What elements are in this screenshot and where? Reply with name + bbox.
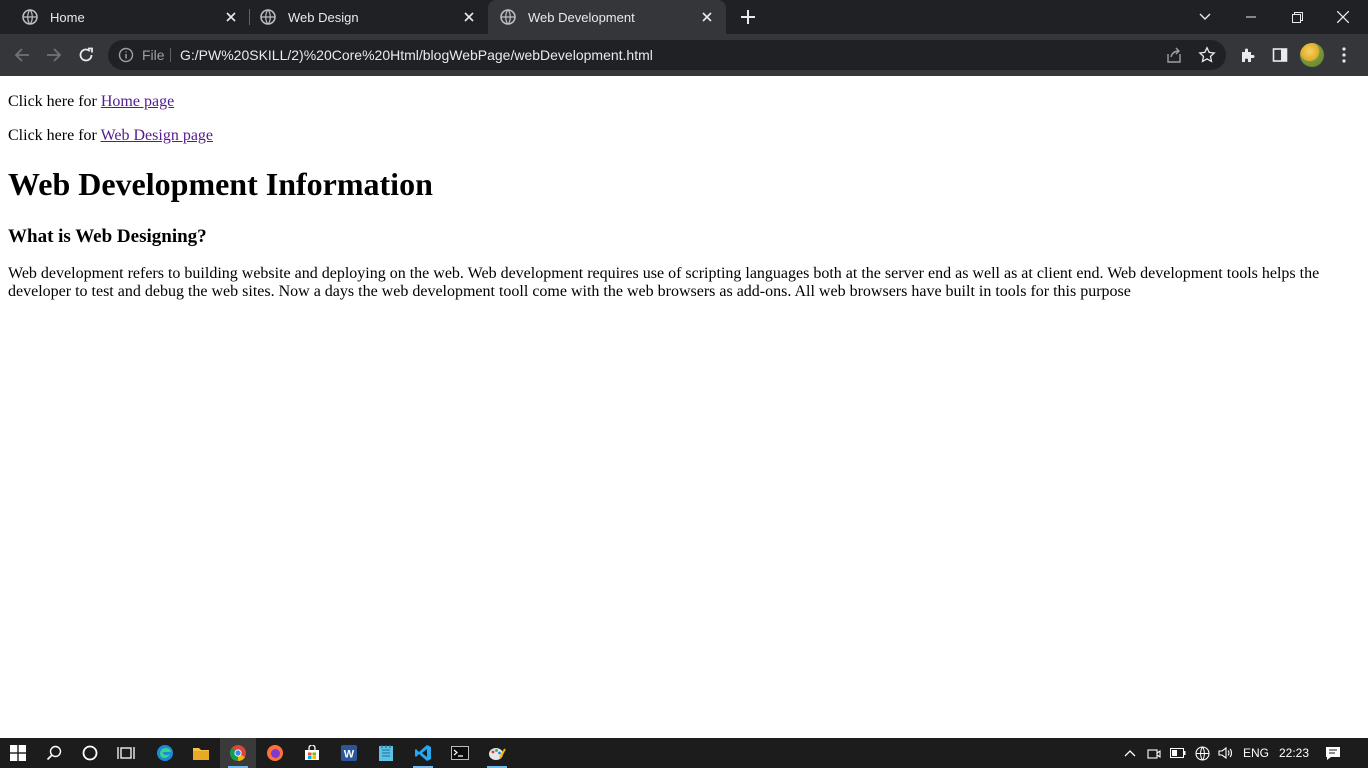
- edge-taskbar-icon[interactable]: [147, 738, 183, 768]
- tab-strip: Home Web Design Web Development: [0, 0, 1368, 34]
- task-view-button[interactable]: [108, 738, 144, 768]
- show-hidden-icons-button[interactable]: [1120, 738, 1140, 768]
- chevron-down-icon: [1199, 13, 1211, 20]
- star-icon[interactable]: [1198, 46, 1216, 64]
- paint-taskbar-icon[interactable]: [479, 738, 515, 768]
- web-design-page-link[interactable]: Web Design page: [101, 127, 213, 144]
- close-tab-icon[interactable]: [460, 8, 478, 26]
- camera-icon: [1147, 749, 1161, 759]
- firefox-taskbar-icon[interactable]: [257, 738, 293, 768]
- file-explorer-taskbar-icon[interactable]: [183, 738, 219, 768]
- address-separator: [170, 48, 171, 62]
- tab-web-development[interactable]: Web Development: [488, 0, 726, 34]
- network-button[interactable]: [1192, 738, 1212, 768]
- store-icon: [305, 745, 319, 760]
- vscode-taskbar-icon[interactable]: [405, 738, 441, 768]
- notification-icon: [1326, 746, 1340, 760]
- kebab-menu-icon: [1342, 47, 1346, 63]
- plus-icon: [741, 10, 755, 24]
- home-page-link[interactable]: Home page: [101, 93, 174, 110]
- edge-icon: [157, 745, 173, 761]
- firefox-icon: [267, 745, 283, 761]
- arrow-left-icon: [14, 48, 29, 62]
- word-icon: W: [341, 745, 357, 761]
- vscode-icon: [415, 745, 431, 761]
- new-tab-button[interactable]: [737, 6, 759, 28]
- reload-icon: [79, 47, 93, 62]
- side-panel-button[interactable]: [1266, 41, 1294, 69]
- file-scheme-label: File: [142, 47, 165, 63]
- notepad-icon: [379, 745, 393, 761]
- design-link-line: Click here for Web Design page: [8, 127, 213, 145]
- task-view-icon: [117, 747, 135, 759]
- reload-button[interactable]: [72, 41, 100, 69]
- terminal-taskbar-icon[interactable]: [442, 738, 478, 768]
- globe-network-icon: [1194, 745, 1210, 761]
- page-title: Web Development Information: [8, 166, 433, 202]
- home-link-prefix: Click here for: [8, 93, 101, 110]
- restore-icon: [1291, 11, 1303, 23]
- globe-icon: [500, 9, 516, 25]
- minimize-icon: [1246, 16, 1256, 18]
- language-indicator[interactable]: ENG: [1240, 738, 1272, 768]
- cortana-button[interactable]: [72, 738, 108, 768]
- close-tab-icon[interactable]: [698, 8, 716, 26]
- meet-now-button[interactable]: [1144, 738, 1164, 768]
- home-link-line: Click here for Home page: [8, 93, 174, 111]
- puzzle-icon: [1242, 48, 1255, 62]
- tab-title: Web Development: [528, 9, 635, 25]
- action-center-button[interactable]: [1320, 738, 1346, 768]
- info-icon[interactable]: [118, 47, 134, 63]
- minimize-button[interactable]: [1228, 0, 1274, 34]
- chevron-up-icon: [1124, 750, 1136, 757]
- folder-icon: [193, 748, 209, 760]
- restore-button[interactable]: [1274, 0, 1320, 34]
- search-icon: [46, 745, 62, 761]
- body-paragraph: Web development refers to building websi…: [8, 265, 1320, 300]
- address-bar[interactable]: File G:/PW%20SKILL/2)%20Core%20Html/blog…: [108, 40, 1226, 70]
- design-link-prefix: Click here for: [8, 127, 101, 144]
- clock[interactable]: 22:23: [1276, 738, 1312, 768]
- section-heading: What is Web Designing?: [8, 226, 207, 247]
- url-text[interactable]: G:/PW%20SKILL/2)%20Core%20Html/blogWebPa…: [180, 40, 653, 70]
- close-window-button[interactable]: [1320, 0, 1366, 34]
- paint-icon: [489, 748, 506, 760]
- browser-toolbar: File G:/PW%20SKILL/2)%20Core%20Html/blog…: [0, 34, 1368, 76]
- tab-search-button[interactable]: [1182, 0, 1228, 34]
- arrow-right-icon: [47, 48, 62, 62]
- close-icon: [1337, 11, 1349, 23]
- tab-web-design[interactable]: Web Design: [238, 0, 488, 34]
- back-button[interactable]: [8, 41, 36, 69]
- side-panel-icon: [1272, 48, 1288, 62]
- volume-button[interactable]: [1216, 738, 1236, 768]
- extensions-button[interactable]: [1234, 41, 1262, 69]
- svg-text:W: W: [344, 749, 355, 761]
- forward-button[interactable]: [40, 41, 68, 69]
- chrome-icon: [230, 745, 246, 762]
- profile-avatar[interactable]: [1300, 43, 1324, 67]
- battery-button[interactable]: [1168, 738, 1188, 768]
- speaker-icon: [1218, 746, 1233, 760]
- cortana-icon: [82, 745, 98, 761]
- store-taskbar-icon[interactable]: [294, 738, 330, 768]
- globe-icon: [260, 9, 276, 25]
- notepad-taskbar-icon[interactable]: [368, 738, 404, 768]
- tab-home[interactable]: Home: [0, 0, 250, 34]
- page-content: Click here for Home page Click here for …: [0, 76, 1368, 738]
- word-taskbar-icon[interactable]: W: [331, 738, 367, 768]
- battery-icon: [1170, 748, 1186, 758]
- tab-title: Home: [50, 9, 85, 25]
- windows-logo-icon: [10, 745, 26, 761]
- share-icon[interactable]: [1165, 46, 1183, 64]
- globe-icon: [22, 9, 38, 25]
- chrome-taskbar-icon[interactable]: [220, 738, 256, 768]
- tab-title: Web Design: [288, 9, 359, 25]
- menu-button[interactable]: [1330, 41, 1358, 69]
- search-button[interactable]: [36, 738, 72, 768]
- start-button[interactable]: [0, 738, 36, 768]
- terminal-icon: [451, 746, 469, 760]
- windows-taskbar: W ENG 22:23: [0, 738, 1368, 768]
